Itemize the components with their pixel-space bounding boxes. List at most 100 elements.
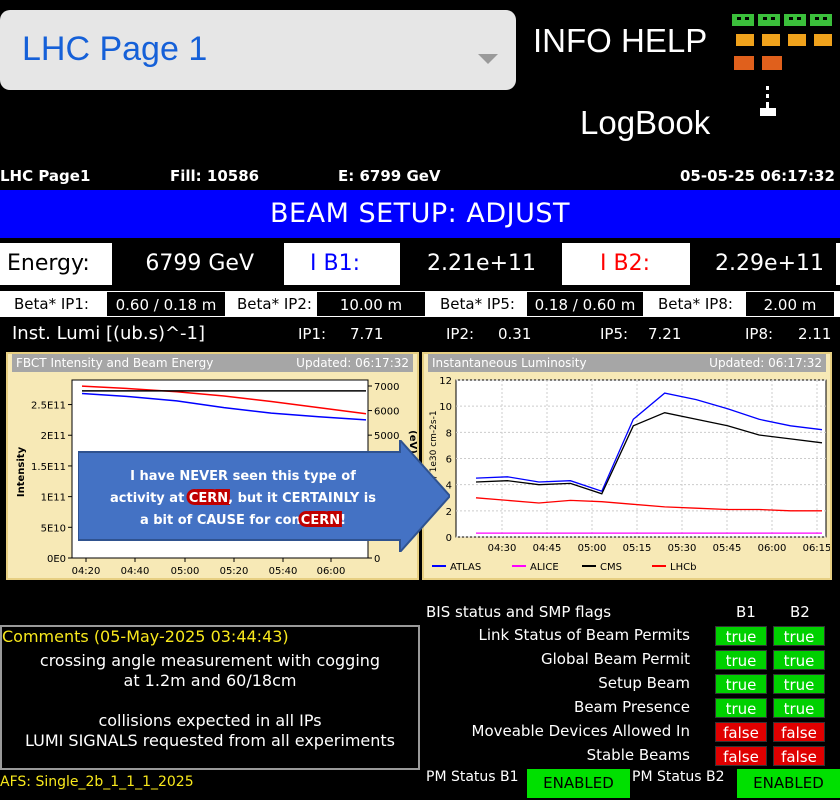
x-tick-label: 05:45 <box>713 543 742 554</box>
ib1-label: I B1: <box>310 251 360 276</box>
x-tick-label: 05:20 <box>220 566 249 577</box>
x-tick-label: 05:15 <box>623 543 652 554</box>
beam-mode-banner: BEAM SETUP: ADJUST <box>0 190 840 238</box>
beta-ip2-value: 10.00 m <box>316 291 426 317</box>
flag-label: Global Beam Permit <box>540 650 690 668</box>
flags-title: BIS status and SMP flags <box>426 603 612 621</box>
x-tick-label: 06:15 <box>803 543 830 554</box>
panel-header: Instantaneous Luminosity Updated: 06:17:… <box>428 354 826 372</box>
flag-b2-value: true <box>773 650 825 670</box>
page-name: LHC Page1 <box>0 167 91 185</box>
flags-b1-header: B1 <box>736 603 756 621</box>
y-axis-label: Intensity <box>16 446 27 497</box>
flag-row: Setup Beam true true <box>420 672 840 696</box>
ip2-value: 0.31 <box>498 325 532 343</box>
flag-label: Link Status of Beam Permits <box>478 626 691 644</box>
callout-line-3c: ! <box>340 513 346 528</box>
y2-tick-label: 6000 <box>374 407 399 418</box>
flag-b2-value: true <box>773 698 825 718</box>
legend-label: LHCb <box>670 562 696 573</box>
energy-intensity-row: Energy: 6799 GeV I B1: 2.21e+11 I B2: 2.… <box>0 243 840 285</box>
callout-line-3a: a bit of CAUSE for con <box>140 513 301 528</box>
x-tick-label: 06:00 <box>317 566 346 577</box>
flag-b2-value: true <box>773 674 825 694</box>
y-tick-label: 2E11 <box>41 431 66 442</box>
flag-label: Beam Presence <box>574 698 690 716</box>
fill-number: Fill: 10586 <box>170 167 260 185</box>
ip1-value: 7.71 <box>350 325 384 343</box>
flag-b1-value: true <box>715 650 767 670</box>
x-tick-label: 05:00 <box>578 543 607 554</box>
ip1-label: IP1: <box>298 325 327 343</box>
status-energy: E: 6799 GeV <box>338 167 441 185</box>
flag-b2-value: false <box>773 746 825 766</box>
pm-status-b1-label: PM Status B1 <box>426 769 519 785</box>
callout-line-2c: , but it CERTAINLY is <box>228 491 376 506</box>
y-tick-label: 0E0 <box>47 554 66 565</box>
y-tick-label: 5E10 <box>41 523 66 534</box>
y-tick-label: 2.5E11 <box>31 401 66 412</box>
beta-ip8-value: 2.00 m <box>745 291 835 317</box>
beta-ip1-value: 0.60 / 0.18 m <box>106 291 226 317</box>
callout-cern-2: CERN <box>301 513 340 528</box>
pm-status-b2-value: ENABLED <box>737 769 840 798</box>
comment-line: LUMI SIGNALS requested from all experime… <box>24 731 396 750</box>
comment-line: at 1.2m and 60/18cm <box>123 671 297 690</box>
inst-lumi-row: Inst. Lumi [(ub.s)^-1] IP1: 7.71 IP2: 0.… <box>0 322 840 348</box>
info-help-link[interactable]: INFO HELP <box>533 22 707 60</box>
ip2-label: IP2: <box>446 325 475 343</box>
ip8-value: 2.11 <box>798 325 832 343</box>
panel-title: Instantaneous Luminosity <box>432 356 587 370</box>
x-tick-label: 05:00 <box>171 566 200 577</box>
flag-row: Moveable Devices Allowed In false false <box>420 720 840 744</box>
x-tick-label: 05:40 <box>269 566 298 577</box>
y2-tick-label: 0 <box>374 554 380 565</box>
x-tick-label: 06:00 <box>758 543 787 554</box>
flag-b1-value: true <box>715 626 767 646</box>
luminosity-panel: Instantaneous Luminosity Updated: 06:17:… <box>422 352 832 580</box>
comments-box: Comments (05-May-2025 03:44:43) crossing… <box>0 625 420 770</box>
y-tick-label: 12 <box>439 376 452 387</box>
flag-b1-value: true <box>715 674 767 694</box>
logbook-link[interactable]: LogBook <box>580 104 710 142</box>
y-tick-label: 10 <box>439 402 452 413</box>
luminosity-chart: 024681012Lu...y / 1e30 cm-2s-104:30 04:45… <box>429 376 830 573</box>
ib2-label: I B2: <box>600 251 650 276</box>
x-tick-label: 05:30 <box>668 543 697 554</box>
flag-b1-value: true <box>715 698 767 718</box>
chevron-down-icon[interactable] <box>478 54 498 64</box>
player-ship-icon <box>760 86 776 116</box>
flag-row: Beam Presence true true <box>420 696 840 720</box>
status-strip: LHC Page1 Fill: 10586 E: 6799 GeV 05-05-… <box>0 164 840 188</box>
callout-line-3: a bit of CAUSE for conCERN! <box>140 513 346 528</box>
callout-line-1: I have NEVER seen this type of <box>130 469 356 484</box>
ip5-value: 7.21 <box>648 325 682 343</box>
legend-label: CMS <box>600 562 622 573</box>
y-tick-label: 1E11 <box>41 493 66 504</box>
callout-line-2a: activity at <box>110 491 189 506</box>
panel-title: FBCT Intensity and Beam Energy <box>16 356 214 370</box>
beta-ip8-label: Beta* IP8: <box>658 295 733 313</box>
comment-line: collisions expected in all IPs <box>98 711 322 730</box>
page-selector-label: LHC Page 1 <box>22 30 208 68</box>
flag-b2-value: true <box>773 626 825 646</box>
flag-row: Global Beam Permit true true <box>420 648 840 672</box>
ib1-value: 2.21e+11 <box>400 243 562 285</box>
beta-ip5-label: Beta* IP5: <box>440 295 515 313</box>
callout-cern-1: CERN <box>189 491 228 506</box>
comments-title: Comments (05-May-2025 03:44:43) <box>2 627 289 646</box>
x-tick-label: 04:30 <box>488 543 517 554</box>
energy-label: Energy: <box>7 251 90 276</box>
x-tick-label: 04:20 <box>72 566 101 577</box>
y-tick-label: 1.5E11 <box>31 462 66 473</box>
flag-row: Stable Beams false false <box>420 744 840 768</box>
ip8-label: IP8: <box>745 325 774 343</box>
flag-label: Stable Beams <box>586 746 690 764</box>
page-selector-dropdown[interactable]: LHC Page 1 <box>0 10 516 90</box>
comment-line: crossing angle measurement with cogging <box>39 651 381 670</box>
callout-arrow: I have NEVER seen this type of activity … <box>78 440 450 552</box>
flag-b1-value: false <box>715 722 767 742</box>
energy-value: 6799 GeV <box>112 243 284 285</box>
y-tick-label: 8 <box>446 428 452 439</box>
y2-tick-label: 7000 <box>374 382 399 393</box>
